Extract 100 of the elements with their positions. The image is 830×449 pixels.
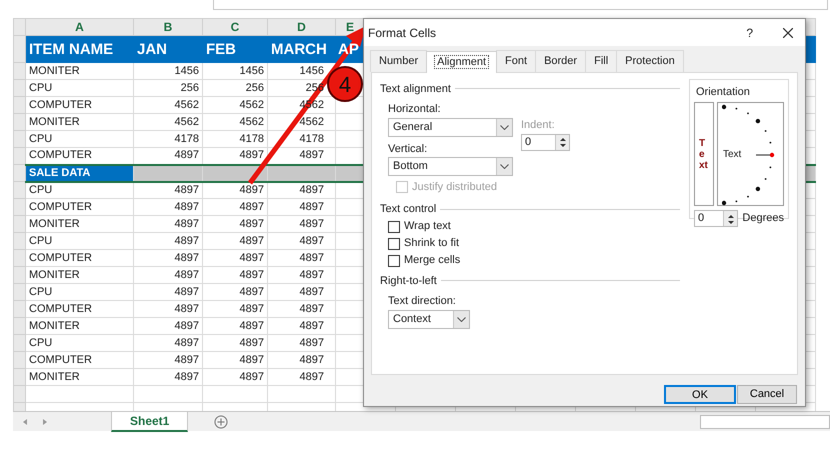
table-cell: 4897 [202,266,268,284]
chevron-down-icon[interactable] [500,164,509,169]
table-cell: MONITER [26,216,134,232]
table-cell: 4897 [202,334,268,352]
checkbox[interactable] [388,254,400,266]
vertical-text-option[interactable]: Text [699,138,709,170]
table-cell: 4897 [134,300,202,318]
header-cell: ITEM NAME [26,36,134,62]
table-cell: MONITER [26,266,134,284]
table-cell: 4897 [202,250,268,266]
table-cell: 256 [202,80,268,96]
section-title: Text alignment [380,82,451,96]
table-cell: 4897 [268,266,336,284]
table-cell: COMPUTER [26,352,134,368]
step-number-badge: 4 [327,66,363,102]
chevron-down-icon[interactable] [457,316,466,322]
table-cell: 4562 [202,114,268,130]
horizontal-dropdown[interactable]: General [388,118,513,136]
table-cell: 4897 [134,182,202,198]
table-cell: 4897 [134,198,202,216]
table-cell: 4178 [202,130,268,148]
vertical-dropdown[interactable]: Bottom [388,157,513,176]
section-title: Right-to-left [380,274,437,288]
table-cell: COMPUTER [26,250,134,266]
table-cell: 4897 [268,198,336,216]
table-cell: 4897 [268,232,336,250]
table-cell: 4897 [202,318,268,334]
table-cell: 4897 [134,250,202,266]
table-cell: 4897 [134,334,202,352]
table-cell: COMPUTER [26,300,134,318]
table-cell: 4897 [268,368,336,386]
column-header[interactable]: C [202,18,268,36]
table-cell: 4897 [202,368,268,386]
close-icon[interactable] [783,28,793,38]
table-cell: 4897 [202,198,268,216]
table-cell: 4562 [134,114,202,130]
dialog-tab[interactable]: Number [370,50,428,72]
checkbox-label: Shrink to fit [404,236,460,252]
table-cell: 4897 [134,318,202,334]
field-label: Text direction: [388,294,457,309]
table-cell: COMPUTER [26,198,134,216]
table-cell: CPU [26,80,134,96]
table-cell: 4897 [268,318,336,334]
table-cell: 4178 [134,130,202,148]
column-header[interactable]: B [134,18,202,36]
checkbox[interactable] [388,220,400,232]
ok-button[interactable]: OK [664,384,736,404]
table-cell: MONITER [26,318,134,334]
table-cell: 4897 [268,300,336,318]
checkbox-label: Merge cells [404,253,460,268]
checkbox[interactable] [388,238,400,250]
table-cell: 4897 [134,284,202,300]
table-cell: 4897 [268,216,336,232]
cancel-button[interactable]: Cancel [737,384,797,404]
table-cell: CPU [26,284,134,300]
table-cell: 4897 [202,182,268,198]
table-cell: 4897 [134,266,202,284]
table-cell: MONITER [26,62,134,80]
table-cell: 4897 [268,250,336,266]
table-cell: 1456 [202,62,268,80]
table-cell: 4897 [134,216,202,232]
table-cell: 4897 [202,352,268,368]
column-header[interactable]: A [26,18,134,36]
table-cell: 4897 [202,232,268,250]
header-cell: FEB [202,36,268,62]
sheet-tab[interactable]: Sheet1 [111,412,188,432]
text-direction-dropdown[interactable]: Context [388,310,470,328]
table-cell: 4562 [134,96,202,114]
field-label: Horizontal: [388,102,442,117]
add-sheet-icon[interactable] [214,414,228,428]
table-cell: 4897 [202,284,268,300]
table-cell: 4897 [134,368,202,386]
chevron-down-icon[interactable] [500,124,509,130]
table-cell: CPU [26,182,134,198]
table-cell: SALE DATA [26,164,134,182]
degrees-spinner[interactable]: 0 [694,210,738,227]
column-header[interactable]: D [268,18,336,36]
header-cell: JAN [134,36,202,62]
table-cell: 4897 [134,232,202,250]
field-label: Indent: [521,118,556,133]
table-cell: 4897 [134,352,202,368]
table-cell: 4897 [268,182,336,198]
horizontal-scrollbar[interactable] [700,414,830,428]
checkbox-label: Justify distributed [412,180,497,195]
field-label: Vertical: [388,142,428,156]
dial-text: Text [723,148,742,162]
dialog-tab[interactable]: Alignment [426,51,498,72]
table-cell: 4562 [268,114,336,130]
dialog-tab[interactable]: Protection [616,50,684,72]
table-cell: COMPUTER [26,96,134,114]
table-cell: 4178 [268,130,336,148]
table-cell: CPU [26,334,134,352]
table-cell: MONITER [26,368,134,386]
help-button[interactable]: ? [746,24,753,42]
table-cell: 4897 [202,216,268,232]
table-cell: 4897 [202,300,268,318]
section-title: Text control [380,202,436,217]
table-cell: 4562 [202,96,268,114]
header-cell: MARCH [268,36,336,62]
table-cell: CPU [26,232,134,250]
